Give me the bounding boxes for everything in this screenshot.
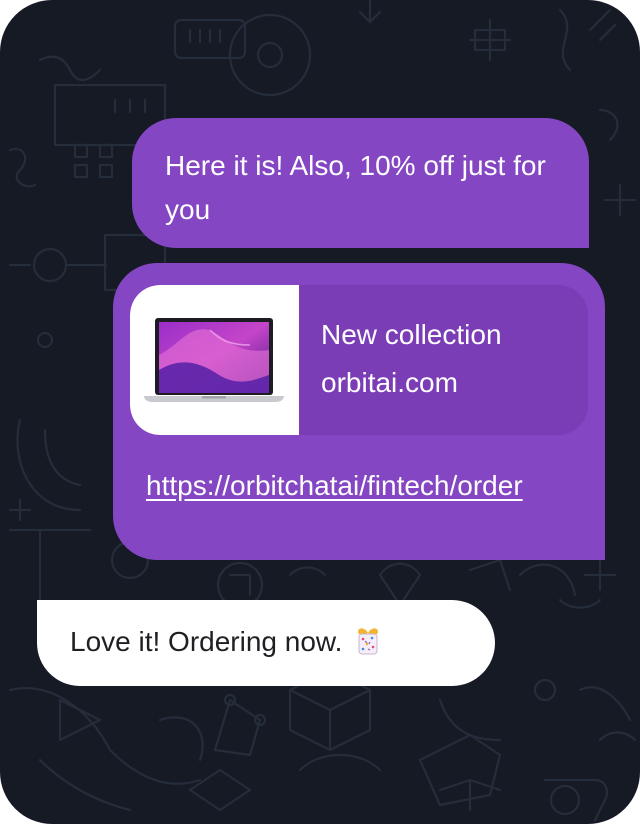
outgoing-message-text: Here it is! Also, 10% off just for you: [165, 150, 546, 225]
outgoing-link-message-bubble[interactable]: New collection orbitai.com https://orbit…: [113, 263, 605, 560]
laptop-image: [144, 318, 284, 402]
outgoing-message-bubble[interactable]: Here it is! Also, 10% off just for you: [132, 118, 589, 248]
chat-screen: Here it is! Also, 10% off just for you N…: [0, 0, 640, 824]
incoming-message-bubble[interactable]: Love it! Ordering now.: [37, 600, 495, 686]
link-preview-card[interactable]: New collection orbitai.com: [130, 285, 588, 435]
link-preview-thumbnail: [130, 285, 299, 435]
gift-confetti-icon: [358, 628, 379, 655]
incoming-message-text: Love it! Ordering now.: [70, 626, 343, 657]
link-preview-domain: orbitai.com: [321, 367, 458, 398]
message-link-url[interactable]: https://orbitchatai/fintech/order: [146, 464, 566, 508]
link-preview-title: New collection: [321, 319, 502, 350]
